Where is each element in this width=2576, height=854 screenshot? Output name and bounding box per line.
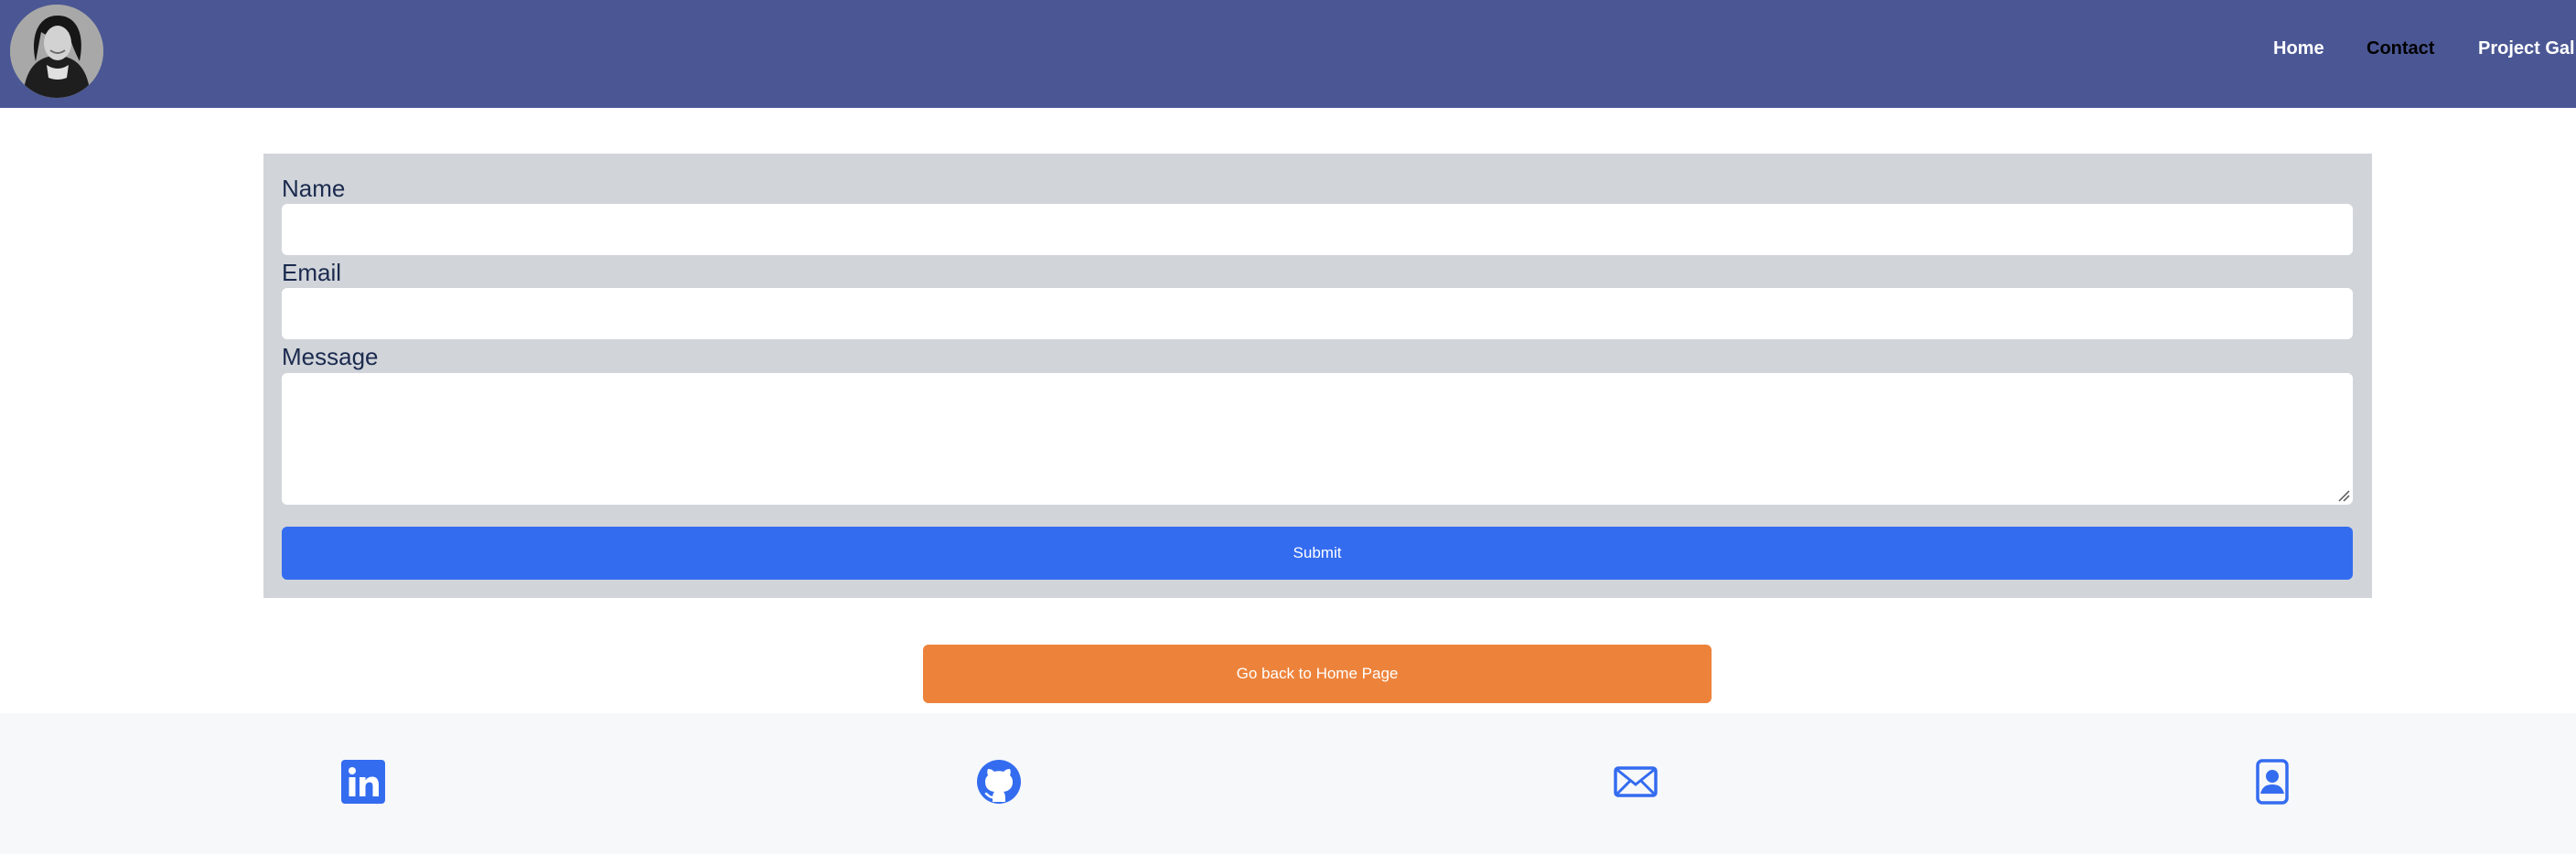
email-input[interactable] (282, 288, 2353, 339)
name-input[interactable] (282, 204, 2353, 255)
email-label: Email (282, 259, 342, 286)
name-label: Name (282, 175, 346, 202)
footer (0, 713, 2576, 854)
nav-link-contact[interactable]: Contact (2367, 38, 2434, 59)
contact-form: Name Email Message Submit (263, 154, 2372, 598)
nav-link-project-gallery[interactable]: Project Gallery (2478, 38, 2576, 59)
mail-icon[interactable] (1613, 759, 1658, 805)
submit-button[interactable]: Submit (282, 527, 2353, 580)
nav-links: Home Contact Project Gallery (0, 0, 2576, 108)
message-textarea[interactable] (282, 373, 2353, 505)
resize-grip-icon[interactable] (2337, 489, 2350, 502)
contact-card-icon[interactable] (2249, 759, 2294, 805)
github-icon[interactable] (976, 759, 1022, 805)
back-to-home-button[interactable]: Go back to Home Page (923, 645, 1712, 703)
nav-link-home[interactable]: Home (2273, 38, 2324, 59)
linkedin-icon[interactable] (340, 759, 386, 805)
navbar: Home Contact Project Gallery (0, 0, 2576, 108)
message-label: Message (282, 343, 379, 370)
